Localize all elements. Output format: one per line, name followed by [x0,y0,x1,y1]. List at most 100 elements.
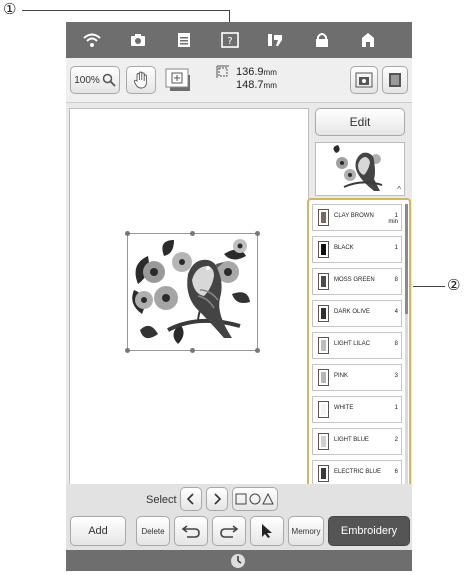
embroidery-canvas[interactable] [69,108,309,488]
threading-icon[interactable] [266,30,286,50]
thread-name: WHITE [334,405,354,411]
thread-color-row[interactable]: BLACK 1 [312,236,402,263]
camera-icon[interactable] [128,30,148,50]
thread-color-row[interactable]: LIGHT LILAC 8 [312,332,402,359]
thread-swatch [321,372,326,383]
thread-spool-icon [318,273,329,290]
thread-name: LIGHT LILAC [334,341,370,347]
thread-swatch [321,212,326,223]
thread-stitch-count: 6 [394,469,398,475]
thread-spool-icon [318,209,329,226]
home-icon[interactable] [358,30,378,50]
thread-name: DARK OLIVE [334,309,371,315]
frame-icon [165,68,190,91]
clock-icon[interactable] [230,553,246,574]
thread-color-row[interactable]: MOSS GREEN 8 [312,268,402,295]
thread-stitch-count: 4 [394,309,398,315]
help-icon[interactable]: ? [220,30,240,50]
thread-stitch-count: 2 [394,437,398,443]
hand-icon [133,71,147,89]
thread-swatch [321,276,326,287]
chevron-right-icon [214,493,222,505]
thread-spool-icon [318,337,329,354]
svg-text:?: ? [227,36,232,47]
chevron-left-icon [186,493,194,505]
select-shape-button[interactable] [232,487,278,511]
select-next-button[interactable] [206,487,228,511]
redo-icon [220,525,239,538]
background-scan-button[interactable] [382,66,408,94]
embroidery-button[interactable]: Embroidery [328,516,410,546]
scroll-up-icon[interactable]: ^ [397,185,401,194]
thread-name: LIGHT BLUE [334,437,369,443]
thread-color-row[interactable]: ELECTRIC BLUE 6 [312,460,402,487]
select-prev-button[interactable] [180,487,202,511]
select-label: Select [146,494,177,506]
thread-swatch [321,436,326,447]
thread-spool-icon [318,369,329,386]
thread-spool-icon [318,433,329,450]
thread-stitch-count: 1 [394,405,398,411]
machine-screen: ? 100% 136.9mm 148.7mm Edit ^ CLAY BROWN… [66,22,412,571]
redo-button[interactable] [212,516,246,546]
bird-thumbnail-image [333,145,383,191]
thread-color-list[interactable]: CLAY BROWN 1 min BLACK 1 MOSS GREEN 8 DARK OLIV… [307,198,411,494]
right-panel: Edit ^ CLAY BROWN 1 min BLACK 1 MOSS GREEN 8 DA… [307,108,411,494]
thread-stitch-count: 1 min [388,213,398,225]
thread-stitch-count: 8 [394,341,398,347]
color-list-scrollbar[interactable] [405,204,408,490]
size-icon [216,65,230,84]
scan-background-icon [389,73,401,87]
camera-scan-button[interactable] [350,66,378,94]
edit-button[interactable]: Edit [315,108,405,136]
thread-color-row[interactable]: WHITE 1 [312,396,402,423]
pattern-selection-box[interactable] [125,231,260,353]
add-button[interactable]: Add [70,516,126,546]
thread-stitch-count: 1 [394,245,398,251]
pointer-button[interactable] [250,516,284,546]
callout-2-line [413,286,445,287]
scan-camera-icon [355,72,373,88]
thread-swatch [321,308,326,319]
thread-spool-icon [318,401,329,418]
thread-name: PINK [334,373,349,379]
embroidery-frame-button[interactable] [164,66,198,94]
callout-1-label: ① [3,0,17,18]
footer-bar [66,550,412,571]
cursor-arrow-icon [262,524,272,538]
pattern-thumbnail[interactable]: ^ [315,142,405,196]
bird-embroidery-pattern [132,239,250,344]
hand-scroll-button[interactable] [126,66,156,94]
document-icon[interactable] [174,30,194,50]
magnifier-icon [102,73,116,87]
delete-button[interactable]: Delete [136,516,170,546]
thread-spool-icon [318,241,329,258]
status-bar: ? [66,22,412,58]
lock-icon[interactable] [312,30,332,50]
memory-button[interactable]: Memory [288,516,324,546]
pattern-height: 148.7mm [236,79,277,91]
undo-button[interactable] [174,516,208,546]
thread-swatch [321,468,326,479]
thread-swatch [321,404,326,415]
thread-swatch [321,340,326,351]
shapes-icon [235,493,274,505]
callout-2-label: ② [447,276,461,294]
bottom-bar: Select Add Delete Memory Embroidery [66,484,412,550]
thread-name: MOSS GREEN [334,277,375,283]
thread-stitch-count: 8 [394,277,398,283]
thread-swatch [321,244,326,255]
scrollbar-thumb[interactable] [405,204,408,314]
pattern-width: 136.9mm [236,66,277,78]
undo-icon [181,525,200,538]
callout-1-line-h [22,10,230,11]
thread-color-row[interactable]: DARK OLIVE 4 [312,300,402,327]
thread-color-row[interactable]: PINK 3 [312,364,402,391]
edit-toolbar: 100% 136.9mm 148.7mm [66,58,412,103]
thread-color-row[interactable]: LIGHT BLUE 2 [312,428,402,455]
thread-color-row[interactable]: CLAY BROWN 1 min [312,204,402,231]
thread-name: ELECTRIC BLUE [334,469,382,475]
thread-spool-icon [318,465,329,482]
wifi-icon[interactable] [82,30,102,50]
zoom-button[interactable]: 100% [70,66,120,94]
